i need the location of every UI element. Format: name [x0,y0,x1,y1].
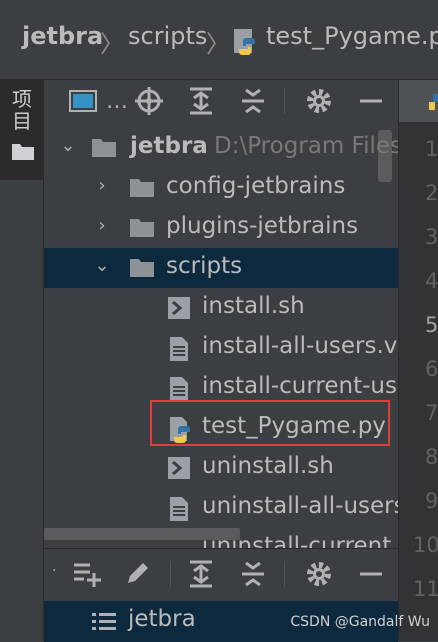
tree-item-label: jetbra [130,133,208,159]
bottom-toolbar: · [44,549,398,599]
python-file-icon [232,28,260,56]
tree-item-label: plugins-jetbrains [166,213,359,239]
gear-icon[interactable] [302,84,336,118]
python-file-icon [427,90,438,118]
chevron-down-icon[interactable]: ⌄ [58,136,78,156]
project-toolbar: … [44,80,398,122]
expand-all-icon[interactable] [184,84,218,118]
tree-item-config-jetbrains[interactable]: › config-jetbrains [44,168,398,208]
minimize-icon[interactable] [354,557,388,591]
line-number: 8 [425,445,438,469]
tree-item-label: install-all-users.vb [202,333,398,359]
gear-icon[interactable] [302,557,336,591]
line-number-current: 5 [425,313,438,337]
view-mode-icon[interactable] [66,84,100,118]
editor-tab[interactable] [399,80,438,122]
folder-icon [130,257,154,279]
breadcrumb-item-jetbra[interactable]: jetbra [22,22,103,50]
toolbar-divider [284,88,285,114]
tree-item-install-sh[interactable]: install.sh [44,288,398,328]
shell-script-icon [168,297,192,319]
expand-all-icon[interactable] [184,557,218,591]
breadcrumb-item-file[interactable]: test_Pygame.py [266,22,438,50]
breadcrumb-separator: 〉 [206,30,230,58]
dot-icon: · [52,563,57,579]
horizontal-scrollbar[interactable] [44,528,240,540]
structure-list-icon [92,611,116,637]
folder-icon [12,142,34,164]
locate-icon[interactable] [132,84,166,118]
tree-item-uninstall-all-users[interactable]: uninstall-all-users [44,488,398,528]
toolbar-divider [284,561,285,587]
line-number: 3 [425,225,438,249]
line-number: 11 [413,577,438,601]
tree-item-plugins-jetbrains[interactable]: › plugins-jetbrains [44,208,398,248]
tool-window-stripe: 项目 [0,80,44,641]
chevron-down-icon[interactable]: ⌄ [92,256,112,276]
project-tab-label: 项目 [12,87,32,133]
folder-icon [130,177,154,199]
tree-item-uninstall-sh[interactable]: uninstall.sh [44,448,398,488]
tree-item-install-all-users[interactable]: install-all-users.vb [44,328,398,368]
line-number: 10 [413,533,438,557]
editor-gutter: 1 2 3 4 5 6 7 8 9 10 11 [398,80,438,641]
collapse-all-icon[interactable] [236,84,270,118]
line-number: 1 [425,137,438,161]
tree-item-label: install-current-us [202,373,397,399]
chevron-right-icon[interactable]: › [92,216,112,236]
tree-item-label: install.sh [202,293,305,319]
folder-icon [92,137,116,159]
minimize-icon[interactable] [354,84,388,118]
watermark: CSDN @Gandalf Wu [290,614,430,630]
line-number: 2 [425,181,438,205]
project-tree: ⌄ jetbra D:\Program Files › config-jetbr… [44,128,398,588]
breadcrumb-separator: 〉 [100,30,124,58]
collapse-all-icon[interactable] [236,557,270,591]
more-dots-icon[interactable]: … [100,84,134,118]
line-number: 7 [425,401,438,425]
project-tool-tab[interactable]: 项目 [0,80,44,180]
chevron-right-icon[interactable]: › [92,176,112,196]
tree-item-label: config-jetbrains [166,173,346,199]
toolbar-divider [170,561,171,587]
line-number: 4 [425,269,438,293]
line-number: 9 [425,489,438,513]
tree-item-jetbra[interactable]: ⌄ jetbra D:\Program Files [44,128,398,168]
breadcrumb-item-scripts[interactable]: scripts [128,22,207,50]
folder-icon [130,217,154,239]
add-list-icon[interactable] [70,557,104,591]
highlight-box [150,400,390,446]
text-file-icon [170,497,194,521]
edit-pencil-icon[interactable] [120,557,154,591]
shell-script-icon [168,457,192,479]
tree-item-label: uninstall.sh [202,453,334,479]
tree-item-scripts[interactable]: ⌄ scripts [44,248,398,288]
text-file-icon [170,377,194,401]
tree-item-path-hint: D:\Program Files [214,133,398,159]
tree-item-label: scripts [166,253,243,279]
line-number: 6 [425,357,438,381]
text-file-icon [170,337,194,361]
breadcrumb: jetbra 〉 scripts 〉 test_Pygame.py [0,0,438,80]
tree-item-label: uninstall-all-users [202,493,398,519]
list-item-label: jetbra [128,606,196,632]
